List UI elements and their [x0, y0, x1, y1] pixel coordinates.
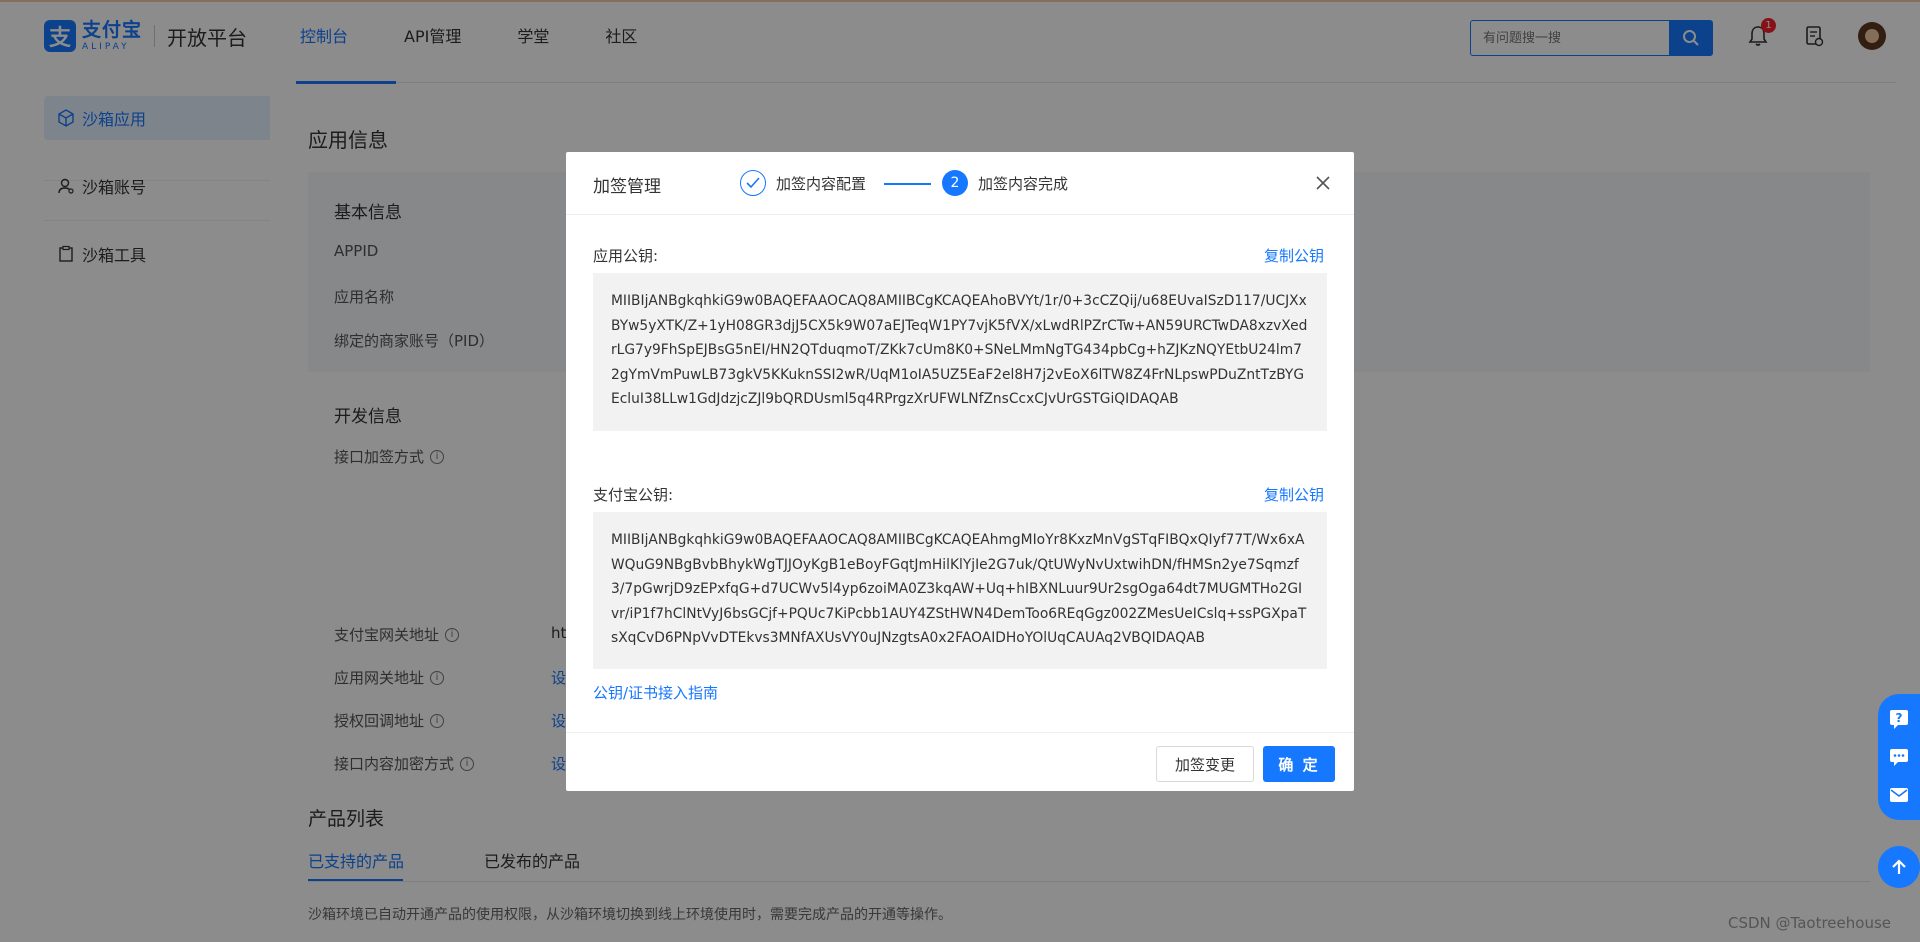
change-sign-button[interactable]: 加签变更	[1156, 746, 1254, 782]
copy-alipay-key-button[interactable]: 复制公钥	[1264, 484, 1324, 505]
chat-button[interactable]	[1886, 744, 1912, 770]
step-connector	[884, 183, 931, 185]
back-to-top-button[interactable]	[1878, 846, 1920, 888]
step-2-number: 2	[942, 170, 968, 196]
app-public-key-label: 应用公钥:	[593, 247, 659, 265]
close-icon	[1316, 176, 1330, 190]
question-icon: ?	[1890, 710, 1908, 729]
step-2: 2 加签内容完成	[942, 170, 1068, 196]
check-icon	[740, 170, 766, 196]
arrow-up-icon	[1892, 859, 1906, 874]
help-button[interactable]: ?	[1886, 706, 1912, 732]
feedback-button[interactable]	[1886, 782, 1912, 808]
step-2-label: 加签内容完成	[978, 174, 1069, 193]
mail-icon	[1890, 788, 1908, 802]
modal-header: 加签管理 加签内容配置 2 加签内容完成	[566, 152, 1354, 215]
chat-icon	[1890, 749, 1908, 766]
alipay-public-key-value[interactable]: MIIBIjANBgkqhkiG9w0BAQEFAAOCAQ8AMIIBCgKC…	[593, 512, 1327, 669]
floating-help-group: ?	[1878, 694, 1920, 820]
confirm-button[interactable]: 确 定	[1263, 746, 1335, 782]
watermark: CSDN @Taotreehouse	[1728, 914, 1891, 932]
alipay-public-key-label: 支付宝公钥:	[593, 486, 674, 504]
copy-app-key-button[interactable]: 复制公钥	[1264, 245, 1324, 266]
svg-text:?: ?	[1896, 711, 1903, 725]
sign-management-modal: 加签管理 加签内容配置 2 加签内容完成 应用公钥: 复制公钥 MIIBIjAN…	[566, 152, 1354, 791]
modal-footer: 加签变更 确 定	[566, 732, 1354, 791]
modal-title: 加签管理	[593, 177, 661, 197]
close-button[interactable]	[1312, 172, 1334, 194]
key-guide-link[interactable]: 公钥/证书接入指南	[593, 682, 718, 703]
step-1: 加签内容配置	[740, 170, 866, 196]
app-public-key-value[interactable]: MIIBIjANBgkqhkiG9w0BAQEFAAOCAQ8AMIIBCgKC…	[593, 273, 1327, 431]
step-1-label: 加签内容配置	[776, 174, 867, 193]
